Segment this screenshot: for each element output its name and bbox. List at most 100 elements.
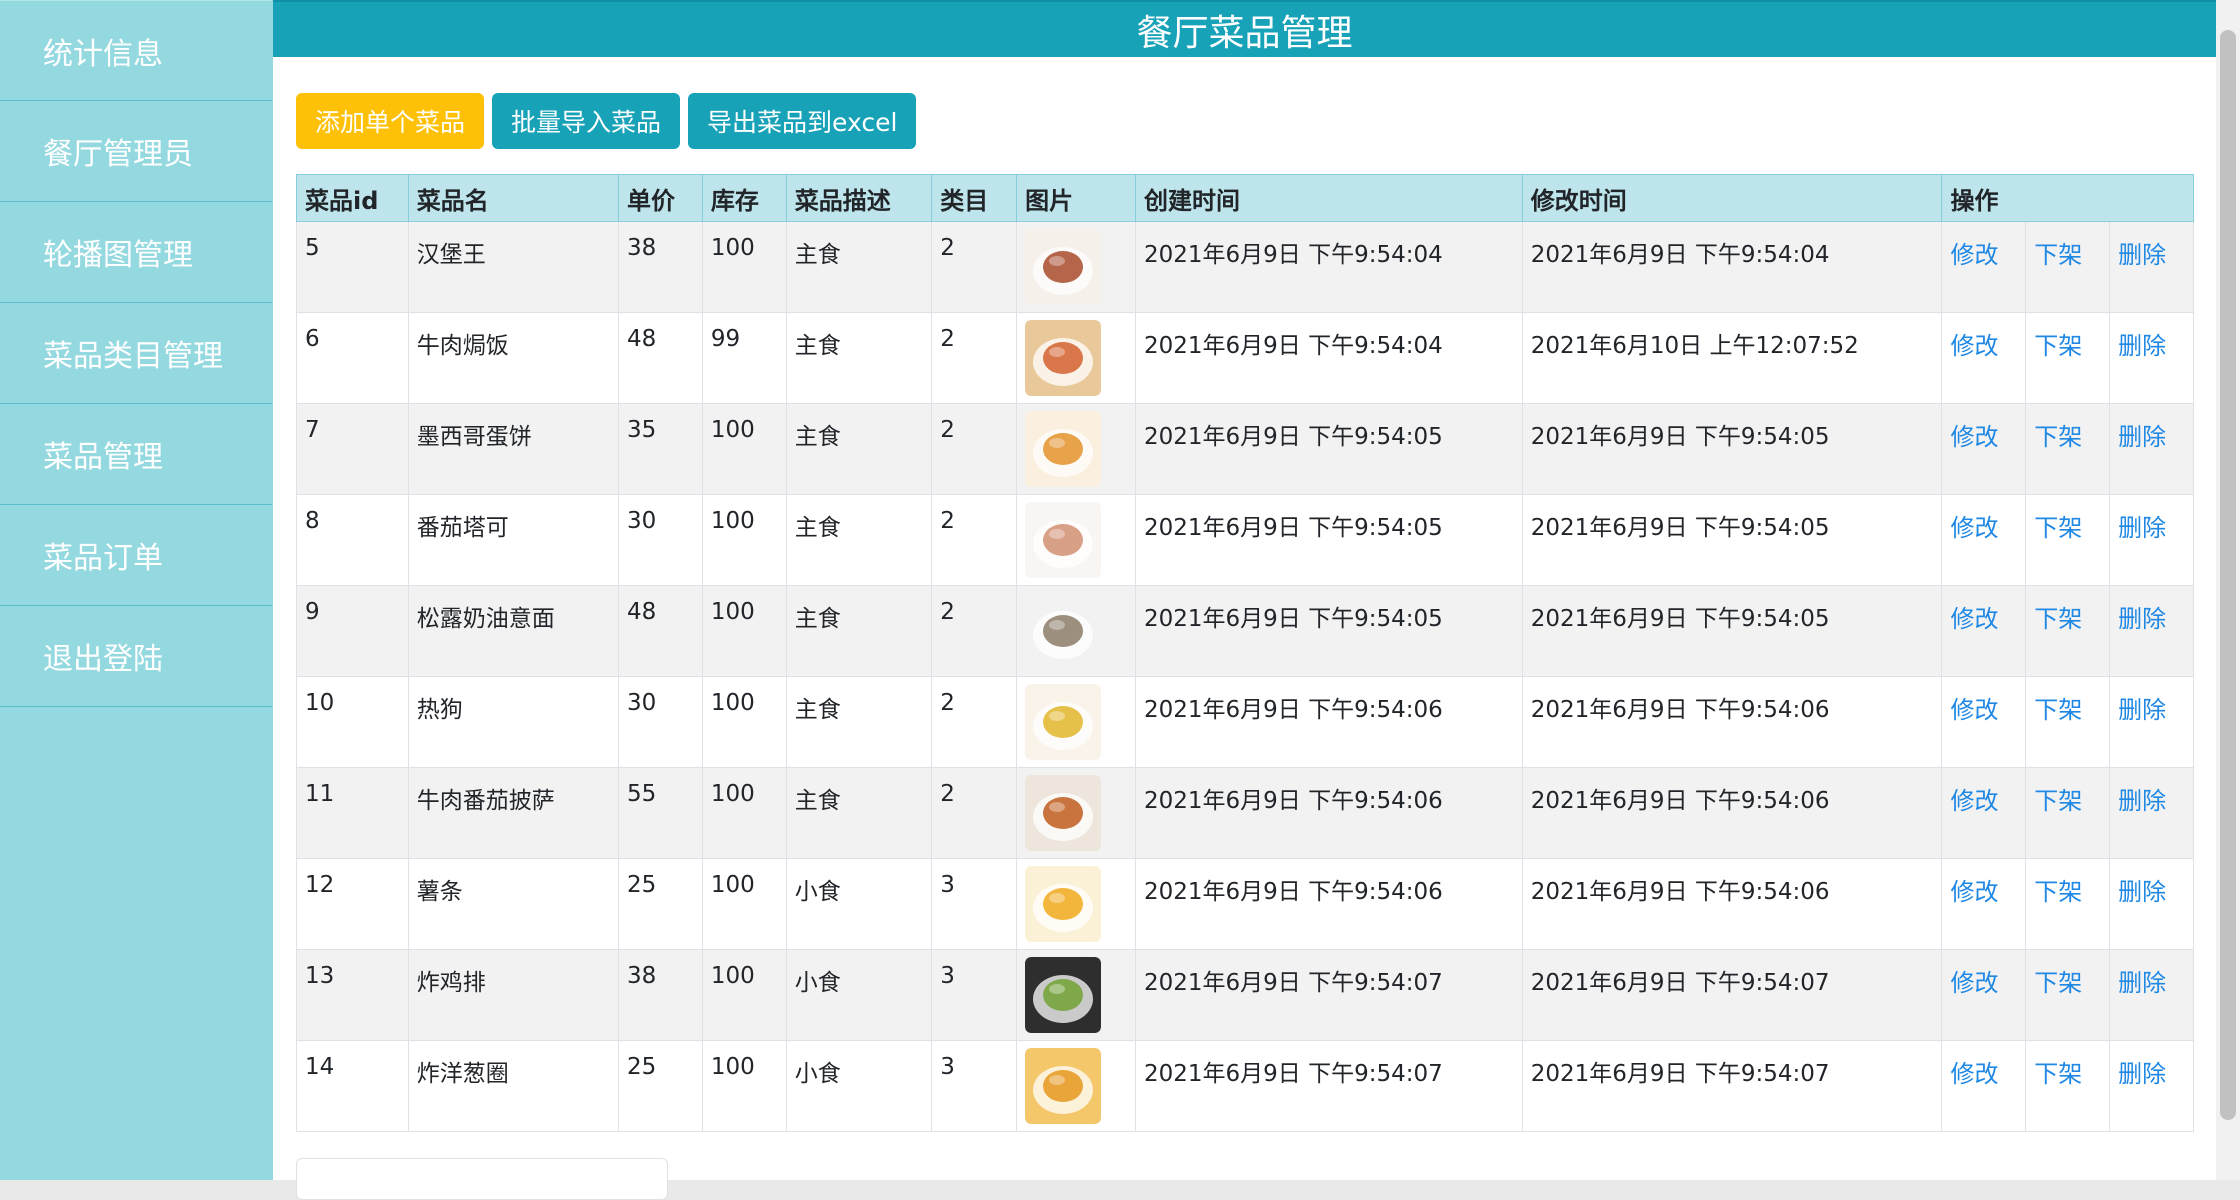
column-header-stock: 库存	[701, 174, 787, 222]
column-header-created: 创建时间	[1134, 174, 1523, 222]
bulk-import-button[interactable]: 批量导入菜品	[492, 93, 681, 149]
cell-action: 修改	[1941, 676, 2027, 768]
cell-modified: 2021年6月9日 下午9:54:06	[1521, 767, 1943, 859]
sidebar-item-carousel[interactable]: 轮播图管理	[0, 202, 272, 303]
export-excel-button[interactable]: 导出菜品到excel	[688, 93, 917, 149]
table-row: 8 番茄塔可 30 100 主食 2 2021年6月9日 下午9:54:05 2021年6月9…	[296, 494, 2194, 586]
dish-thumbnail	[1025, 502, 1102, 578]
cell-created: 2021年6月9日 下午9:54:05	[1134, 494, 1523, 586]
edit-link[interactable]: 修改	[1950, 423, 1998, 451]
edit-link[interactable]: 修改	[1950, 696, 1998, 724]
cell-created: 2021年6月9日 下午9:54:05	[1134, 403, 1523, 495]
vertical-scrollbar[interactable]	[2216, 0, 2240, 1180]
delete-link[interactable]: 删除	[2118, 332, 2166, 360]
cell-modified: 2021年6月9日 下午9:54:05	[1521, 494, 1943, 586]
cell-modified: 2021年6月9日 下午9:54:07	[1521, 949, 1943, 1041]
cell-action: 删除	[2109, 494, 2194, 586]
dish-thumbnail	[1025, 866, 1102, 942]
delete-link[interactable]: 删除	[2118, 1060, 2166, 1088]
column-header-actions: 操作	[1941, 174, 2194, 222]
table-row: 7 墨西哥蛋饼 35 100 主食 2 2021年6月9日 下午9:54:05 2021年6月…	[296, 403, 2194, 495]
cell-price: 30	[618, 676, 703, 768]
dish-thumbnail	[1025, 593, 1102, 669]
offshelf-link[interactable]: 下架	[2034, 1060, 2082, 1088]
cell-name: 番茄塔可	[407, 494, 620, 586]
cell-description: 主食	[785, 221, 933, 313]
cell-action: 修改	[1941, 403, 2027, 495]
sidebar-item-dish-categories[interactable]: 菜品类目管理	[0, 303, 272, 404]
sidebar-item-statistics[interactable]: 统计信息	[0, 0, 272, 101]
edit-link[interactable]: 修改	[1950, 514, 1998, 542]
delete-link[interactable]: 删除	[2118, 787, 2166, 815]
delete-link[interactable]: 删除	[2118, 878, 2166, 906]
cell-action: 下架	[2025, 858, 2111, 950]
offshelf-link[interactable]: 下架	[2034, 423, 2082, 451]
cell-image	[1016, 403, 1136, 495]
cell-action: 下架	[2025, 494, 2111, 586]
table-row: 13 炸鸡排 38 100 小食 3 2021年6月9日 下午9:54:07 2021年6月9…	[296, 949, 2194, 1041]
cell-image	[1016, 585, 1136, 677]
offshelf-link[interactable]: 下架	[2034, 514, 2082, 542]
cell-action: 修改	[1941, 767, 2027, 859]
cell-description: 主食	[785, 494, 933, 586]
edit-link[interactable]: 修改	[1950, 878, 1998, 906]
add-dish-button[interactable]: 添加单个菜品	[296, 93, 485, 149]
scrollbar-thumb[interactable]	[2220, 30, 2236, 1120]
offshelf-link[interactable]: 下架	[2034, 605, 2082, 633]
cell-image	[1016, 767, 1136, 859]
delete-link[interactable]: 删除	[2118, 514, 2166, 542]
cell-created: 2021年6月9日 下午9:54:06	[1134, 676, 1523, 768]
cell-description: 主食	[785, 403, 933, 495]
edit-link[interactable]: 修改	[1950, 605, 1998, 633]
edit-link[interactable]: 修改	[1950, 969, 1998, 997]
cell-id: 7	[296, 403, 409, 495]
delete-link[interactable]: 删除	[2118, 423, 2166, 451]
cell-action: 删除	[2109, 949, 2194, 1041]
offshelf-link[interactable]: 下架	[2034, 241, 2082, 269]
cell-image	[1016, 494, 1136, 586]
pagination[interactable]	[296, 1158, 668, 1200]
toolbar: 添加单个菜品 批量导入菜品 导出菜品到excel	[296, 93, 917, 149]
cell-name: 热狗	[407, 676, 620, 768]
dish-thumbnail	[1025, 775, 1102, 851]
offshelf-link[interactable]: 下架	[2034, 332, 2082, 360]
offshelf-link[interactable]: 下架	[2034, 696, 2082, 724]
table-row: 12 薯条 25 100 小食 3 2021年6月9日 下午9:54:06 2021年6月9日…	[296, 858, 2194, 950]
cell-category: 2	[931, 312, 1018, 404]
edit-link[interactable]: 修改	[1950, 787, 1998, 815]
sidebar-item-dishes[interactable]: 菜品管理	[0, 404, 272, 505]
sidebar-item-label: 轮播图管理	[43, 238, 193, 273]
cell-action: 修改	[1941, 858, 2027, 950]
edit-link[interactable]: 修改	[1950, 241, 1998, 269]
offshelf-link[interactable]: 下架	[2034, 787, 2082, 815]
sidebar-item-orders[interactable]: 菜品订单	[0, 505, 272, 606]
cell-image	[1016, 221, 1136, 313]
cell-modified: 2021年6月9日 下午9:54:05	[1521, 585, 1943, 677]
edit-link[interactable]: 修改	[1950, 1060, 1998, 1088]
cell-action: 下架	[2025, 767, 2111, 859]
dish-thumbnail	[1025, 957, 1102, 1033]
delete-link[interactable]: 删除	[2118, 696, 2166, 724]
sidebar-item-restaurant-admins[interactable]: 餐厅管理员	[0, 101, 272, 202]
delete-link[interactable]: 删除	[2118, 241, 2166, 269]
dish-table: 菜品id 菜品名 单价 库存 菜品描述 类目 图片 创建时间 修改时间 操作 5…	[296, 174, 2194, 1132]
delete-link[interactable]: 删除	[2118, 605, 2166, 633]
cell-id: 9	[296, 585, 409, 677]
cell-category: 3	[931, 858, 1018, 950]
offshelf-link[interactable]: 下架	[2034, 969, 2082, 997]
cell-category: 2	[931, 585, 1018, 677]
cell-category: 2	[931, 403, 1018, 495]
column-header-category: 类目	[931, 174, 1018, 222]
offshelf-link[interactable]: 下架	[2034, 878, 2082, 906]
sidebar-item-logout[interactable]: 退出登陆	[0, 606, 272, 707]
cell-action: 下架	[2025, 221, 2111, 313]
cell-image	[1016, 312, 1136, 404]
sidebar-item-label: 菜品管理	[43, 440, 163, 475]
cell-description: 主食	[785, 676, 933, 768]
delete-link[interactable]: 删除	[2118, 969, 2166, 997]
cell-action: 下架	[2025, 676, 2111, 768]
cell-action: 下架	[2025, 1040, 2111, 1132]
cell-name: 汉堡王	[407, 221, 620, 313]
edit-link[interactable]: 修改	[1950, 332, 1998, 360]
sidebar-item-label: 菜品订单	[43, 541, 163, 576]
